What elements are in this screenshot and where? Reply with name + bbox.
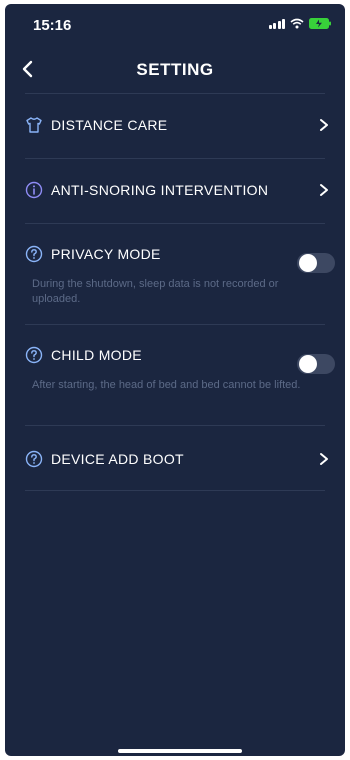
phone-screen: 15:16 SETTING DISTANCE CARE ANTI-SNORING… xyxy=(5,4,345,756)
divider xyxy=(25,425,325,426)
setting-item-label: ANTI-SNORING INTERVENTION xyxy=(51,182,269,198)
child-mode-toggle[interactable] xyxy=(297,354,335,374)
info-icon xyxy=(25,181,43,199)
privacy-mode-description: During the shutdown, sleep data is not r… xyxy=(32,278,279,305)
setting-item-distance-care[interactable]: DISTANCE CARE xyxy=(25,116,331,134)
setting-item-anti-snoring[interactable]: ANTI-SNORING INTERVENTION xyxy=(25,181,331,199)
page-title: SETTING xyxy=(136,60,214,79)
chevron-right-icon xyxy=(320,119,328,131)
toggle-knob xyxy=(299,254,317,272)
divider xyxy=(25,223,325,224)
setting-item-label: DISTANCE CARE xyxy=(51,117,168,133)
privacy-mode-toggle[interactable] xyxy=(297,253,335,273)
setting-item-privacy-mode: PRIVACY MODE xyxy=(25,245,331,263)
battery-icon xyxy=(309,18,331,29)
status-time: 15:16 xyxy=(33,17,72,34)
help-icon[interactable] xyxy=(25,245,43,263)
divider xyxy=(25,93,325,94)
home-indicator[interactable] xyxy=(118,749,242,753)
setting-item-label: CHILD MODE xyxy=(51,347,142,363)
setting-item-label: PRIVACY MODE xyxy=(51,246,161,262)
chevron-right-icon xyxy=(320,184,328,196)
divider xyxy=(25,490,325,491)
divider xyxy=(25,158,325,159)
divider xyxy=(25,324,325,325)
help-icon xyxy=(25,450,43,468)
wifi-icon xyxy=(290,18,304,29)
setting-item-device-add-boot[interactable]: DEVICE ADD BOOT xyxy=(25,450,331,468)
chevron-right-icon xyxy=(320,453,328,465)
signal-icon xyxy=(268,18,285,29)
child-mode-description: After starting, the head of bed and bed … xyxy=(32,379,301,391)
shirt-icon xyxy=(25,116,43,134)
setting-item-label: DEVICE ADD BOOT xyxy=(51,451,184,467)
help-icon[interactable] xyxy=(25,346,43,364)
status-icons xyxy=(268,18,331,29)
toggle-knob xyxy=(299,355,317,373)
header: SETTING xyxy=(5,44,345,94)
setting-item-child-mode: CHILD MODE xyxy=(25,346,331,364)
status-bar: 15:16 xyxy=(5,4,345,44)
